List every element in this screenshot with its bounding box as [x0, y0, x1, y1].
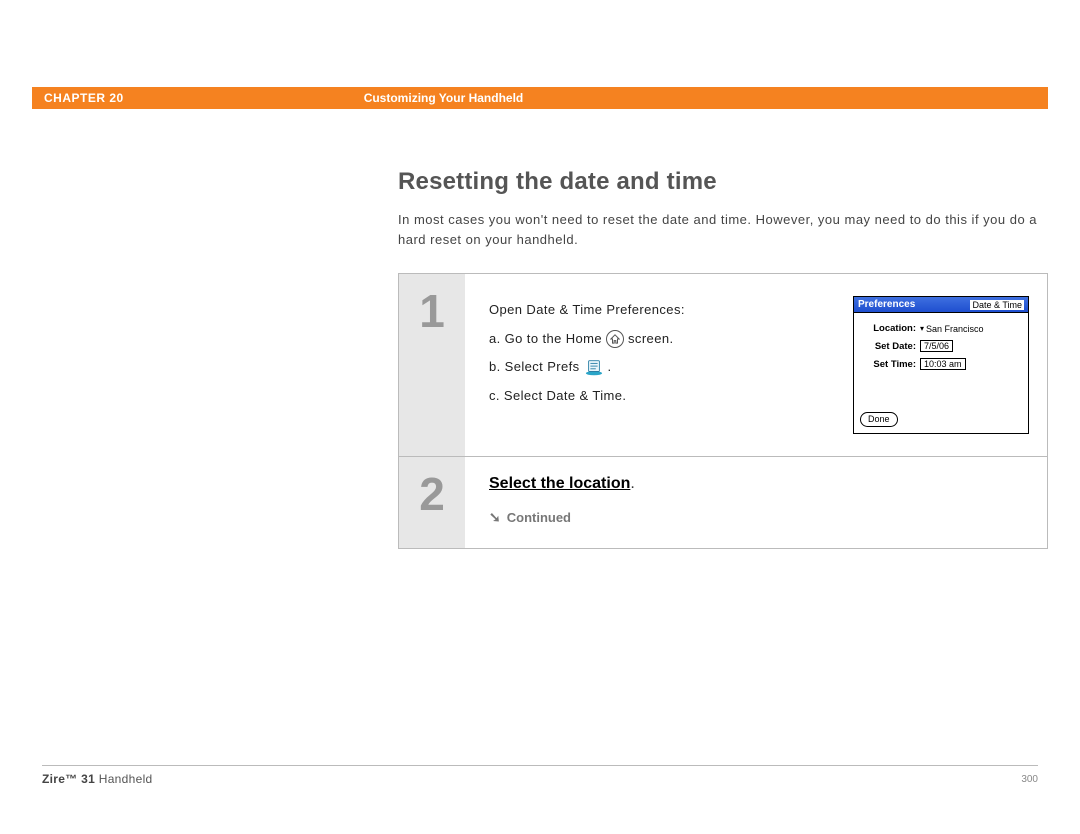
device-setdate-label: Set Date:: [860, 341, 916, 352]
step-1-number-cell: 1: [399, 274, 465, 456]
device-location-value: San Francisco: [926, 324, 984, 334]
step-1-a-suffix: screen.: [628, 325, 673, 354]
step-2-row: 2 Select the location. ➘ Continued: [399, 456, 1047, 548]
step-2-link-line: Select the location.: [489, 475, 1029, 493]
chapter-header-bar: CHAPTER 20 Customizing Your Handheld: [32, 87, 1048, 109]
continued-label: Continued: [507, 510, 571, 525]
device-setdate-row: Set Date: 7/5/06: [860, 340, 1022, 352]
steps-box: 1 Open Date & Time Preferences: a. Go to…: [398, 273, 1048, 549]
content-area: Resetting the date and time In most case…: [398, 168, 1048, 549]
continued-arrow-icon: ➘: [489, 509, 501, 526]
device-settime-row: Set Time: 10:03 am: [860, 358, 1022, 370]
page-footer: Zire™ 31 Handheld 300: [42, 765, 1038, 786]
step-1-b-prefix: b. Select Prefs: [489, 353, 580, 382]
device-location-row: Location: ▾ San Francisco: [860, 323, 1022, 334]
home-icon: [606, 330, 624, 348]
step-2-number: 2: [419, 467, 445, 521]
product-name-rest: Handheld: [95, 772, 152, 786]
device-location-label: Location:: [860, 323, 916, 334]
product-name-bold: Zire™ 31: [42, 772, 95, 786]
step-2-body: Select the location. ➘ Continued: [465, 457, 1047, 548]
device-location-value-wrap: ▾ San Francisco: [920, 324, 984, 334]
section-heading: Resetting the date and time: [398, 168, 1048, 196]
device-setdate-value: 7/5/06: [920, 340, 953, 352]
page: CHAPTER 20 Customizing Your Handheld Res…: [0, 0, 1080, 834]
select-location-link[interactable]: Select the location: [489, 475, 630, 492]
device-done-button: Done: [860, 412, 898, 427]
chapter-title: Customizing Your Handheld: [364, 91, 524, 105]
prefs-icon: [584, 358, 604, 376]
step-1-c: c. Select Date & Time.: [489, 382, 821, 411]
step-1-row: 1 Open Date & Time Preferences: a. Go to…: [399, 274, 1047, 456]
device-settime-label: Set Time:: [860, 359, 916, 370]
step-1-a-prefix: a. Go to the Home: [489, 325, 602, 354]
device-body: Location: ▾ San Francisco Set Date: 7/5/…: [854, 313, 1028, 433]
step-1-number: 1: [419, 284, 445, 338]
continued-indicator: ➘ Continued: [489, 509, 1029, 526]
step-1-body: Open Date & Time Preferences: a. Go to t…: [465, 274, 1047, 456]
dropdown-arrow-icon: ▾: [920, 324, 924, 333]
section-intro: In most cases you won't need to reset th…: [398, 210, 1048, 249]
step-2-number-cell: 2: [399, 457, 465, 548]
step-1-b: b. Select Prefs .: [489, 353, 821, 382]
step-2-link-suffix: .: [630, 475, 634, 492]
device-title-left: Preferences: [858, 299, 915, 310]
product-name: Zire™ 31 Handheld: [42, 772, 153, 786]
device-titlebar: Preferences Date & Time: [854, 297, 1028, 313]
step-1-a: a. Go to the Home screen.: [489, 325, 821, 354]
step-1-open-line: Open Date & Time Preferences:: [489, 296, 821, 325]
page-number: 300: [1021, 774, 1038, 785]
device-title-right: Date & Time: [970, 300, 1024, 310]
chapter-label: CHAPTER 20: [44, 91, 124, 105]
step-1-text: Open Date & Time Preferences: a. Go to t…: [489, 296, 821, 434]
palm-device-screenshot: Preferences Date & Time Location: ▾ San …: [853, 296, 1029, 434]
step-1-b-suffix: .: [608, 353, 612, 382]
device-settime-value: 10:03 am: [920, 358, 966, 370]
